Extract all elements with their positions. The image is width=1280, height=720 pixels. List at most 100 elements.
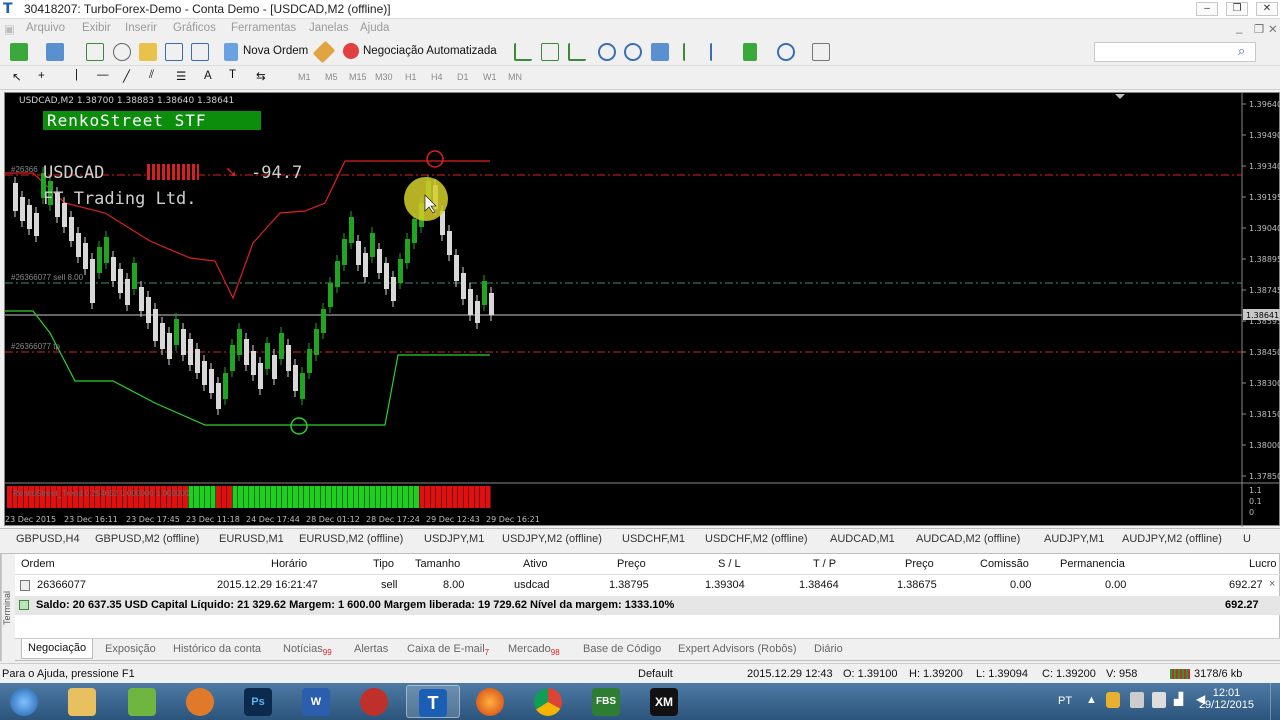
menu-graficos[interactable]: Gráficos [173, 22, 216, 34]
new-order-button[interactable]: Nova Ordem [243, 45, 308, 57]
tf-h4[interactable]: H4 [431, 72, 443, 82]
auto-trading-button[interactable]: Negociação Automatizada [363, 45, 497, 57]
tab-usdjpy-m1[interactable]: USDJPY,M1 [424, 533, 484, 545]
table-row[interactable]: 26366077 2015.12.29 16:21:47 sell 8.00 u… [15, 575, 1280, 596]
tab-gbpusd-h4[interactable]: GBPUSD,H4 [16, 533, 80, 545]
col-preco[interactable]: Preço [617, 558, 646, 570]
data-window-icon[interactable] [139, 43, 157, 61]
tf-w1[interactable]: W1 [483, 72, 497, 82]
clock[interactable]: 12:01 29/12/2015 [1199, 687, 1254, 711]
minimize-button[interactable]: ‒ [1196, 2, 1218, 16]
price-chart[interactable]: 1.39640 1.39490 1.39340 1.39195 1.39040 1.388… [4, 92, 1280, 527]
tf-h1[interactable]: H1 [405, 72, 417, 82]
task-app3[interactable] [174, 685, 228, 718]
tray-display-icon[interactable] [1152, 692, 1166, 708]
tester-icon[interactable] [191, 43, 209, 61]
task-explorer[interactable] [56, 685, 110, 718]
child-minimize-button[interactable]: _ [1236, 22, 1242, 34]
tab-gbpusd-m2[interactable]: GBPUSD,M2 (offline) [95, 533, 199, 545]
metaeditor-icon[interactable] [312, 40, 336, 64]
tray-flag-icon[interactable] [1130, 692, 1144, 708]
autoscroll-icon[interactable] [683, 43, 701, 61]
menu-ferramentas[interactable]: Ferramentas [231, 22, 296, 34]
close-button[interactable]: ✕ [1256, 2, 1278, 16]
network-icon[interactable]: ▟ [1174, 692, 1183, 706]
new-chart-icon[interactable] [10, 43, 28, 61]
tab-mercado[interactable]: Mercado98 [508, 643, 560, 657]
tf-mn[interactable]: MN [508, 72, 522, 82]
bar-chart-icon[interactable] [514, 43, 532, 61]
fibonacci-icon[interactable]: ☰ [176, 69, 186, 83]
start-button[interactable] [0, 685, 54, 718]
menu-inserir[interactable]: Inserir [125, 22, 157, 34]
periods-icon[interactable] [777, 43, 795, 61]
indicators-icon[interactable] [743, 43, 757, 61]
menu-exibir[interactable]: Exibir [82, 22, 111, 34]
tab-base-codigo[interactable]: Base de Código [583, 643, 661, 655]
task-turboforex[interactable]: T [406, 685, 460, 718]
task-chrome[interactable] [522, 685, 576, 718]
tf-m5[interactable]: M5 [325, 72, 338, 82]
tab-negociacao[interactable]: Negociação [21, 639, 94, 659]
text-icon[interactable]: A [204, 70, 212, 82]
col-sl[interactable]: S / L [718, 558, 741, 570]
tab-usdchf-m2[interactable]: USDCHF,M2 (offline) [705, 533, 808, 545]
tab-audcad-m2[interactable]: AUDCAD,M2 (offline) [916, 533, 1020, 545]
child-restore-button[interactable]: ❐ [1254, 22, 1264, 36]
tray-lock-icon[interactable] [1106, 692, 1120, 708]
child-close-button[interactable]: ✕ [1268, 22, 1278, 36]
tile-windows-icon[interactable] [651, 43, 669, 61]
task-app6[interactable] [348, 685, 402, 718]
task-firefox[interactable] [464, 685, 518, 718]
tab-audjpy-m2[interactable]: AUDJPY,M2 (offline) [1122, 533, 1222, 545]
search-input[interactable] [1094, 42, 1256, 62]
profiles-icon[interactable] [46, 43, 64, 61]
col-tp[interactable]: T / P [813, 558, 836, 570]
market-watch-icon[interactable] [86, 43, 104, 61]
vertical-line-icon[interactable]: | [75, 69, 78, 81]
tf-m30[interactable]: M30 [375, 72, 393, 82]
chart-shift-icon[interactable] [710, 43, 728, 61]
line-chart-icon[interactable] [568, 43, 586, 61]
tab-email[interactable]: Caixa de E-mail7 [407, 643, 489, 657]
menu-ajuda[interactable]: Ajuda [360, 22, 389, 34]
tf-m15[interactable]: M15 [349, 72, 367, 82]
navigator-icon[interactable] [113, 43, 131, 61]
tab-usdchf-m1[interactable]: USDCHF,M1 [622, 533, 685, 545]
tf-d1[interactable]: D1 [457, 72, 469, 82]
chart-menu-icon[interactable]: ▣ [4, 22, 15, 36]
candlestick-icon[interactable] [541, 43, 559, 61]
menu-janelas[interactable]: Janelas [309, 22, 349, 34]
zoom-out-icon[interactable] [624, 43, 642, 61]
tab-diario[interactable]: Diário [814, 643, 843, 655]
tab-expert-advisors[interactable]: Expert Advisors (Robôs) [678, 643, 797, 655]
menu-arquivo[interactable]: Arquivo [26, 22, 65, 34]
col-horario[interactable]: Horário [271, 558, 307, 570]
task-app2[interactable] [116, 685, 170, 718]
language-indicator[interactable]: PT [1058, 695, 1072, 707]
cursor-icon[interactable]: ↖ [12, 70, 22, 84]
col-permanencia[interactable]: Permanencia [1060, 558, 1125, 570]
tab-exposicao[interactable]: Exposição [105, 643, 156, 655]
crosshair-icon[interactable]: + [38, 70, 45, 82]
tab-noticias[interactable]: Notícias99 [283, 643, 332, 657]
arrows-icon[interactable]: ⇆ [256, 69, 266, 83]
zoom-in-icon[interactable] [598, 43, 616, 61]
tab-audjpy-m1[interactable]: AUDJPY,M1 [1044, 533, 1104, 545]
show-desktop-button[interactable] [1270, 683, 1280, 720]
tab-audcad-m1[interactable]: AUDCAD,M1 [830, 533, 895, 545]
cell-tp[interactable]: 1.38464 [799, 579, 839, 591]
templates-icon[interactable] [812, 43, 830, 61]
horizontal-line-icon[interactable]: — [97, 69, 109, 81]
col-ativo[interactable]: Ativo [523, 558, 547, 570]
close-order-icon[interactable]: × [1269, 578, 1275, 590]
tab-usdjpy-m2[interactable]: USDJPY,M2 (offline) [502, 533, 602, 545]
col-tamanho[interactable]: Tamanho [415, 558, 460, 570]
cell-sl[interactable]: 1.39304 [705, 579, 745, 591]
task-fbs[interactable]: FBS [580, 685, 634, 718]
task-photoshop[interactable]: Ps [232, 685, 286, 718]
label-icon[interactable]: T [229, 69, 236, 81]
col-comissao[interactable]: Comissão [980, 558, 1029, 570]
col-tipo[interactable]: Tipo [373, 558, 394, 570]
tab-eurusd-m2[interactable]: EURUSD,M2 (offline) [299, 533, 403, 545]
